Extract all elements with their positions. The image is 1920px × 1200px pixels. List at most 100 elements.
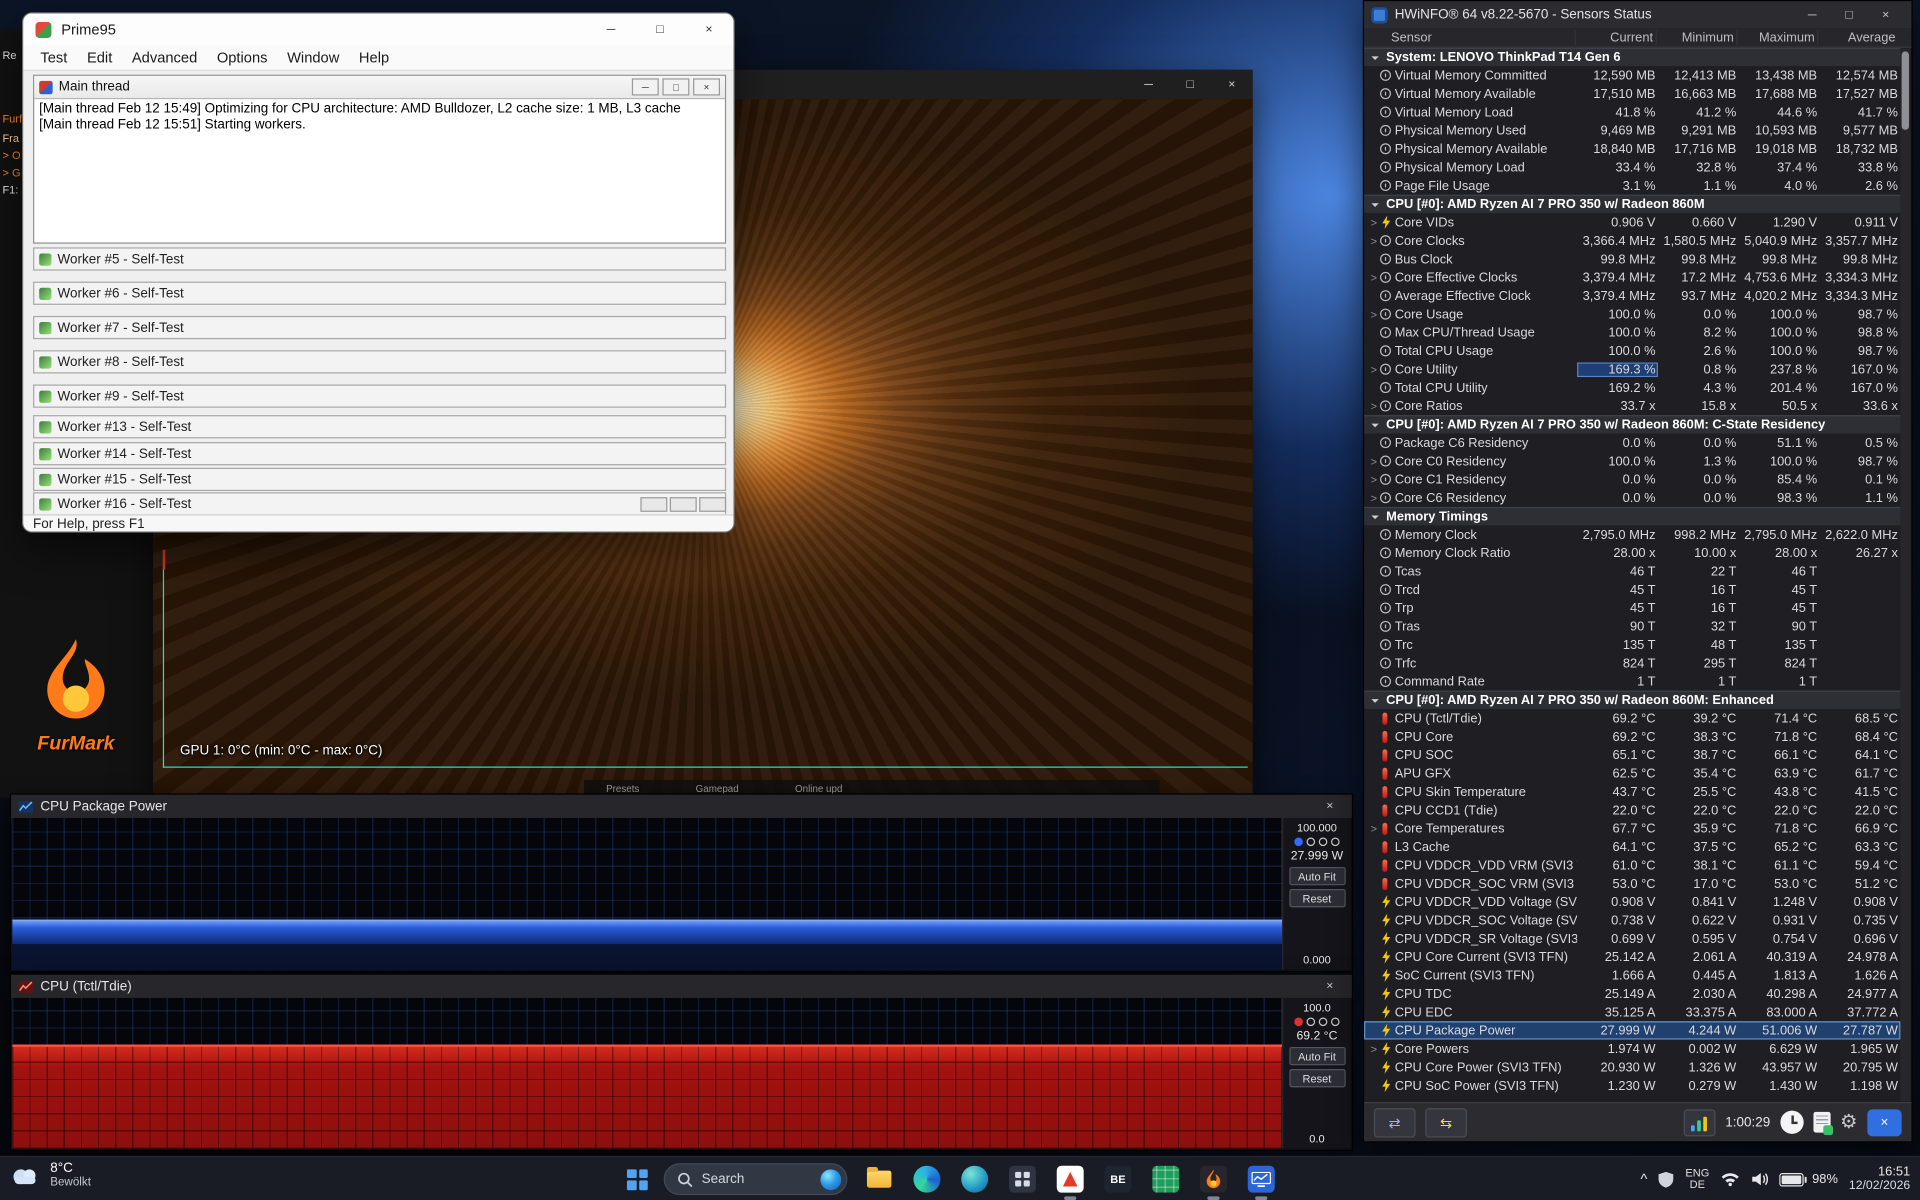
series-dot-icon[interactable] <box>1307 1018 1316 1027</box>
sensor-row[interactable]: CPU Core69.2 °C38.3 °C71.8 °C68.4 °C <box>1364 727 1900 745</box>
minimize-icon[interactable]: ─ <box>632 78 659 95</box>
worker-window-titlebar[interactable]: Worker #9 - Self-Test <box>33 384 726 407</box>
logging-tool-icon[interactable] <box>1813 1112 1830 1133</box>
browser-icon[interactable] <box>959 1163 991 1195</box>
sensor-row[interactable]: >Core Ratios33.7 x15.8 x50.5 x33.6 x <box>1364 397 1900 415</box>
sensor-row[interactable]: CPU VDDCR_SR Voltage (SVI3 TFN)0.699 V0.… <box>1364 929 1900 947</box>
expand-chevron-icon[interactable]: > <box>1368 271 1380 283</box>
hwinfo-titlebar[interactable]: HWiNFO® 64 v8.22-5670 - Sensors Status ─… <box>1364 1 1911 28</box>
furmark-bottom-label[interactable]: Presets <box>606 783 639 794</box>
series-dot-icon[interactable] <box>1294 838 1303 847</box>
swap-rows-button[interactable]: ⇆ <box>1425 1108 1467 1137</box>
sensor-row[interactable]: CPU Skin Temperature43.7 °C25.5 °C43.8 °… <box>1364 782 1900 800</box>
sensor-row[interactable]: Trfc824 T295 T824 T <box>1364 654 1900 672</box>
worker-window-titlebar[interactable]: Worker #7 - Self-Test <box>33 316 726 339</box>
weather-widget[interactable]: 8°C Bewölkt <box>10 1161 91 1190</box>
column-header-row[interactable]: Sensor Current Minimum Maximum Average <box>1364 28 1911 48</box>
language-indicator[interactable]: ENGDE <box>1685 1168 1709 1191</box>
sensor-row[interactable]: Physical Memory Used9,469 MB9,291 MB10,5… <box>1364 121 1900 139</box>
reset-button[interactable]: Reset <box>1289 889 1345 907</box>
sensor-row[interactable]: CPU VDDCR_VDD VRM (SVI3 TFN)61.0 °C38.1 … <box>1364 856 1900 874</box>
sensor-row[interactable]: Average Effective Clock3,379.4 MHz93.7 M… <box>1364 287 1900 305</box>
sensor-row[interactable]: >Core Effective Clocks3,379.4 MHz17.2 MH… <box>1364 268 1900 286</box>
sensor-row[interactable]: >Core VIDs0.906 V0.660 V1.290 V0.911 V <box>1364 213 1900 231</box>
wifi-icon[interactable] <box>1720 1172 1740 1187</box>
scroll-left-button[interactable] <box>640 497 667 512</box>
sensor-row[interactable]: Tras90 T32 T90 T <box>1364 617 1900 635</box>
sensor-row[interactable]: APU GFX62.5 °C35.4 °C63.9 °C61.7 °C <box>1364 764 1900 782</box>
sensor-row[interactable]: Memory Clock Ratio28.00 x10.00 x28.00 x2… <box>1364 544 1900 562</box>
expand-chevron-icon[interactable]: > <box>1368 308 1380 320</box>
sensor-row[interactable]: L3 Cache64.1 °C37.5 °C65.2 °C63.3 °C <box>1364 838 1900 856</box>
sensor-row[interactable]: Trcd45 T16 T45 T <box>1364 580 1900 598</box>
auto-fit-button[interactable]: Auto Fit <box>1289 1047 1345 1065</box>
maximize-icon[interactable]: □ <box>1831 1 1868 28</box>
sensor-row[interactable]: >Core C0 Residency100.0 %1.3 %100.0 %98.… <box>1364 452 1900 470</box>
app-tile-icon[interactable] <box>1007 1163 1039 1195</box>
sensor-row[interactable]: >Core Utility169.3 %0.8 %237.8 %167.0 % <box>1364 360 1900 378</box>
sensor-row[interactable]: Virtual Memory Committed12,590 MB12,413 … <box>1364 66 1900 84</box>
series-toggle-dots[interactable] <box>1294 1018 1339 1027</box>
series-dot-icon[interactable] <box>1307 838 1316 847</box>
worker-window-titlebar[interactable]: Worker #8 - Self-Test <box>33 350 726 373</box>
sensor-row[interactable]: >Core Temperatures67.7 °C35.9 °C71.8 °C6… <box>1364 819 1900 837</box>
sensor-row[interactable]: Physical Memory Available18,840 MB17,716… <box>1364 140 1900 158</box>
sensor-row[interactable]: >Core Usage100.0 %0.0 %100.0 %98.7 % <box>1364 305 1900 323</box>
scrollbar-thumb[interactable] <box>1902 51 1909 129</box>
sensor-row[interactable]: Command Rate1 T1 T1 T <box>1364 672 1900 690</box>
expand-chevron-icon[interactable]: > <box>1368 234 1380 246</box>
close-icon[interactable]: × <box>1211 70 1253 99</box>
tray-shield-icon[interactable] <box>1658 1171 1674 1187</box>
start-button[interactable] <box>627 1169 648 1190</box>
menu-item-help[interactable]: Help <box>349 49 399 66</box>
worker-window-titlebar[interactable]: Worker #6 - Self-Test <box>33 282 726 305</box>
sensor-row[interactable]: Memory Clock2,795.0 MHz998.2 MHz2,795.0 … <box>1364 525 1900 543</box>
sensor-row[interactable]: CPU Package Power27.999 W4.244 W51.006 W… <box>1364 1021 1900 1039</box>
sensor-row[interactable]: Total CPU Utility169.2 %4.3 %201.4 %167.… <box>1364 378 1900 396</box>
maximize-icon[interactable]: □ <box>1169 70 1211 99</box>
graph-titlebar[interactable]: CPU Package Power × <box>11 795 1352 818</box>
minimize-icon[interactable]: ─ <box>587 13 636 45</box>
sensor-row[interactable]: CPU Core Current (SVI3 TFN)25.142 A2.061… <box>1364 948 1900 966</box>
sensor-section-header[interactable]: CPU [#0]: AMD Ryzen AI 7 PRO 350 w/ Rade… <box>1364 195 1900 213</box>
sensor-row[interactable]: Bus Clock99.8 MHz99.8 MHz99.8 MHz99.8 MH… <box>1364 250 1900 268</box>
minimize-icon[interactable]: ─ <box>1794 1 1831 28</box>
worker-window-titlebar[interactable]: Worker #15 - Self-Test <box>33 468 726 491</box>
prime95-taskbar-icon[interactable] <box>1054 1163 1086 1195</box>
expand-chevron-icon[interactable]: > <box>1368 363 1380 375</box>
menu-item-advanced[interactable]: Advanced <box>122 49 207 66</box>
sensor-row[interactable]: CPU EDC35.125 A33.375 A83.000 A37.772 A <box>1364 1003 1900 1021</box>
maximize-icon[interactable]: □ <box>636 13 685 45</box>
close-icon[interactable]: × <box>693 78 720 95</box>
expand-chevron-icon[interactable]: > <box>1368 473 1380 485</box>
sensor-row[interactable]: Package C6 Residency0.0 %0.0 %51.1 %0.5 … <box>1364 433 1900 451</box>
sensor-row[interactable]: Virtual Memory Available17,510 MB16,663 … <box>1364 84 1900 102</box>
sensor-row[interactable]: Trp45 T16 T45 T <box>1364 599 1900 617</box>
spreadsheet-app-icon[interactable] <box>1150 1163 1182 1195</box>
column-sensor[interactable]: Sensor <box>1364 30 1575 45</box>
hwinfo-taskbar-icon[interactable] <box>1245 1163 1277 1195</box>
sensor-row[interactable]: CPU SOC65.1 °C38.7 °C66.1 °C64.1 °C <box>1364 746 1900 764</box>
scrollbar[interactable] <box>1900 49 1910 1101</box>
worker-window-titlebar[interactable]: Worker #14 - Self-Test <box>33 442 726 465</box>
series-dot-icon[interactable] <box>1331 1018 1340 1027</box>
menu-item-edit[interactable]: Edit <box>77 49 122 66</box>
expand-chevron-icon[interactable]: > <box>1368 822 1380 834</box>
prime95-titlebar[interactable]: Prime95 ─ □ × <box>23 13 733 45</box>
sensor-row[interactable]: Virtual Memory Load41.8 %41.2 %44.6 %41.… <box>1364 103 1900 121</box>
sensor-row[interactable]: Physical Memory Load33.4 %32.8 %37.4 %33… <box>1364 158 1900 176</box>
tray-expand-icon[interactable]: ^ <box>1641 1171 1648 1188</box>
sensor-row[interactable]: CPU SoC Power (SVI3 TFN)1.230 W0.279 W1.… <box>1364 1076 1900 1094</box>
clock-tool-icon[interactable] <box>1780 1111 1803 1134</box>
graph-tool-button[interactable] <box>1684 1109 1716 1136</box>
furmark-bottom-label[interactable]: Gamepad <box>696 783 739 794</box>
series-dot-icon[interactable] <box>1319 1018 1328 1027</box>
series-toggle-dots[interactable] <box>1294 838 1339 847</box>
column-minimum[interactable]: Minimum <box>1656 30 1737 45</box>
sensor-section-header[interactable]: System: LENOVO ThinkPad T14 Gen 6 <box>1364 48 1900 66</box>
close-sensors-button[interactable]: × <box>1867 1109 1901 1136</box>
swap-columns-button[interactable]: ⇄ <box>1374 1108 1416 1137</box>
close-icon[interactable]: × <box>1315 800 1344 813</box>
worker-window-titlebar[interactable]: Worker #16 - Self-Test <box>33 492 726 514</box>
maximize-icon[interactable]: □ <box>662 78 689 95</box>
